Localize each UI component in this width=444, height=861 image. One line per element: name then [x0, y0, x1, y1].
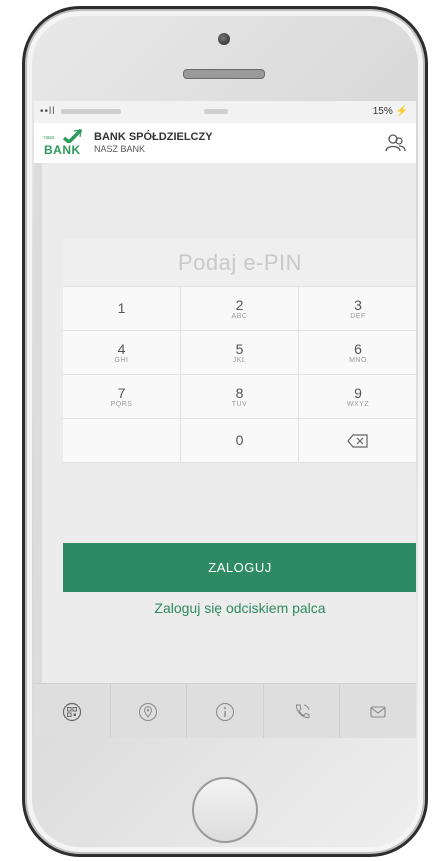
status-time [204, 109, 228, 114]
bank-logo: nasz BANK [44, 129, 88, 159]
key-2[interactable]: 2 ABC [181, 287, 299, 331]
key-8[interactable]: 8 TUV [181, 375, 299, 419]
info-icon [215, 702, 234, 721]
earpiece-speaker [183, 69, 265, 79]
key-4[interactable]: 4 GHI [63, 331, 181, 375]
keypad-grid: 1 2 ABC 3 DEF 4 GHI 5 JKL 6 MNO 7 PQRS 8 TUV 9W… [63, 287, 416, 463]
location-pin-icon [139, 702, 158, 721]
backspace-icon [347, 433, 368, 448]
tab-phone[interactable] [264, 684, 341, 738]
key-0[interactable]: 0 [181, 419, 299, 463]
key-7[interactable]: 7 PQRS [63, 375, 181, 419]
bank-name: BANK SPÓŁDZIELCZY [94, 131, 213, 143]
phone-screen: ••ll 15% ⚡ nasz BANK BANK SPÓŁDZIELCZY N… [34, 101, 416, 738]
bank-subtitle: NASZ BANK [94, 144, 146, 154]
key-9[interactable]: 9 WXYZ [299, 375, 416, 419]
pin-keypad: Podaj e-PIN 1 2 ABC 3 DEF 4 GHI 5 JKL 6 MNO 7… [63, 239, 416, 463]
pin-input[interactable]: Podaj e-PIN [63, 239, 416, 287]
logo-check-icon [62, 129, 82, 143]
signal-indicator: ••ll [40, 106, 122, 117]
mail-icon [370, 705, 386, 718]
key-5[interactable]: 5 JKL [181, 331, 299, 375]
key-6[interactable]: 6 MNO [299, 331, 416, 375]
logo-wordmark: BANK [44, 143, 81, 157]
qr-code-icon [62, 702, 81, 721]
key-1[interactable]: 1 [63, 287, 181, 331]
backspace-key[interactable] [299, 419, 416, 463]
left-edge-strip [34, 163, 42, 683]
key-empty [63, 419, 181, 463]
status-bar: ••ll 15% ⚡ [34, 101, 416, 123]
tab-location[interactable] [111, 684, 188, 738]
login-button[interactable]: ZALOGUJ [63, 543, 416, 592]
home-button[interactable] [192, 777, 258, 843]
tab-info[interactable] [187, 684, 264, 738]
battery-indicator: 15% ⚡ [372, 106, 408, 117]
app-header: nasz BANK BANK SPÓŁDZIELCZY NASZ BANK [34, 123, 416, 164]
user-group-icon[interactable] [384, 132, 406, 154]
phone-frame: ••ll 15% ⚡ nasz BANK BANK SPÓŁDZIELCZY N… [22, 6, 428, 857]
phone-icon [295, 704, 310, 718]
fingerprint-login-link[interactable]: Zaloguj się odciskiem palca [63, 600, 416, 616]
tab-qr[interactable] [34, 684, 111, 738]
front-camera [218, 33, 230, 45]
key-3[interactable]: 3 DEF [299, 287, 416, 331]
bottom-tab-bar [34, 683, 416, 738]
tab-mail[interactable] [340, 684, 416, 738]
